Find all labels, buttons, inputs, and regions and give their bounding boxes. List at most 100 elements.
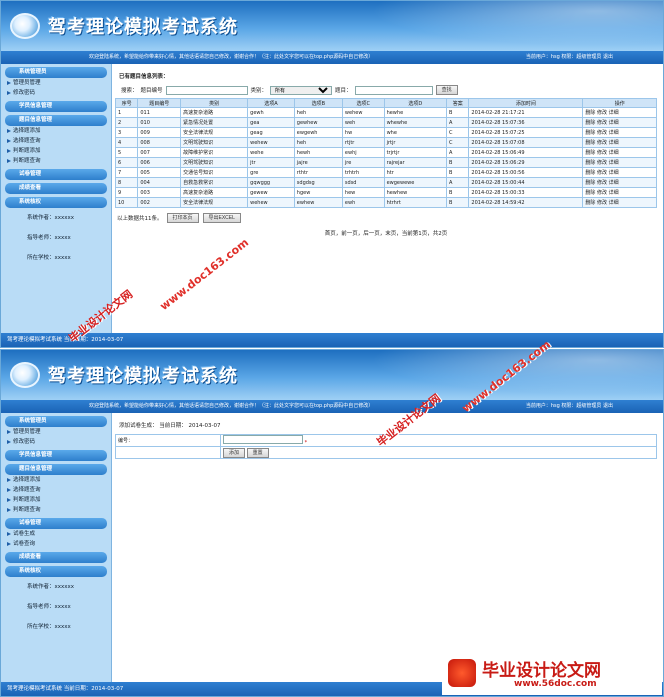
row-actions[interactable]: 删除 修改 详细	[582, 177, 657, 188]
sidebar-item-choice-add[interactable]: 选择题添加	[1, 475, 111, 485]
table-cell: wehew	[341, 107, 385, 118]
table-cell: A	[446, 177, 470, 188]
type-select[interactable]: 所有	[270, 85, 333, 95]
table-cell: 交通信号知识	[180, 167, 249, 178]
sidebar-item-exam-query[interactable]: 试卷查询	[1, 539, 111, 549]
sidebar-item-choice-query[interactable]: 选择题查询	[1, 485, 111, 495]
row-actions[interactable]: 删除 修改 详细	[582, 157, 657, 168]
table-cell: whe	[383, 127, 448, 138]
table-cell: B	[446, 157, 470, 168]
table-cell: 1	[114, 107, 139, 118]
table-cell: hgew	[293, 187, 343, 198]
table-cell: sdgdsg	[293, 177, 343, 188]
sidebar-section-scores[interactable]: 成绩查看	[5, 183, 107, 194]
column-header: 操作	[582, 98, 657, 108]
table-cell: B	[446, 107, 470, 118]
row-actions[interactable]: 删除 修改 详细	[582, 167, 657, 178]
welcome-message: 欢迎登陆系统，希望能给你带来好心情，其他话语请您自己修改，谢谢合作！（注：此处文…	[89, 403, 374, 409]
sidebar-item-judge-add[interactable]: 判断题添加	[1, 495, 111, 505]
print-button[interactable]: 打印本页	[166, 213, 199, 223]
sidebar-section-questions[interactable]: 题目信息管理	[5, 464, 107, 475]
table-cell: trhtrh	[341, 167, 385, 178]
sidebar-section-auth[interactable]: 系统核权	[5, 197, 107, 208]
table-cell: 6	[114, 157, 139, 168]
table-tools: 以上数据共11条。 打印本页 导出EXCEL	[117, 213, 657, 223]
search-button[interactable]: 查找	[435, 85, 458, 95]
current-user[interactable]: 当前用户：hsg 权限：超级管理员 退出	[526, 51, 613, 64]
table-cell: rthtr	[293, 167, 343, 178]
table-cell: 2014-02-28 14:59:42	[468, 197, 584, 208]
table-cell: heh	[293, 107, 343, 118]
column-header: 选项B	[293, 98, 343, 108]
table-cell: wehew	[247, 137, 295, 148]
search-bar: 搜索： 题目编号 类别： 所有 题目： 查找	[121, 85, 657, 95]
table-cell: 安全法律法规	[180, 127, 249, 138]
row-actions[interactable]: 删除 修改 详细	[582, 117, 657, 128]
table-row: 6 006 文明驾驶知识 jtr jajre jre rajrejar B 2014-02-28…	[114, 157, 657, 168]
sidebar-item-change-password[interactable]: 修改密码	[1, 437, 111, 447]
row-actions[interactable]: 删除 修改 详细	[582, 147, 657, 158]
table-cell: hew	[341, 187, 385, 198]
sidebar-item-judge-query[interactable]: 判断题查询	[1, 156, 111, 166]
sidebar-section-auth[interactable]: 系统核权	[5, 566, 107, 577]
table-cell: 009	[137, 127, 182, 138]
row-actions[interactable]: 删除 修改 详细	[582, 187, 657, 198]
sidebar-section-exams[interactable]: 试卷管理	[5, 169, 107, 180]
current-user[interactable]: 当前用户：hsg 权限：超级管理员 退出	[526, 400, 613, 413]
row-actions[interactable]: 删除 修改 详细	[582, 197, 657, 208]
table-cell: ewhew	[293, 197, 343, 208]
sidebar-item-choice-add[interactable]: 选择题添加	[1, 126, 111, 136]
sidebar-section-exams[interactable]: 试卷管理	[5, 518, 107, 529]
table-cell: jajre	[293, 157, 343, 168]
table-cell: A	[446, 117, 470, 128]
add-button[interactable]: 添加	[223, 447, 246, 458]
column-header: 题目编号	[137, 98, 182, 108]
sidebar-item-judge-add[interactable]: 判断题添加	[1, 146, 111, 156]
column-header: 答案	[446, 98, 470, 108]
exam-code-input[interactable]	[223, 435, 303, 444]
sidebar-section-admin[interactable]: 系统管理员	[5, 67, 107, 78]
info-bar: 欢迎登陆系统，希望能给你带来好心情，其他话语请您自己修改，谢谢合作！（注：此处文…	[1, 51, 663, 64]
table-cell: hewhew	[383, 187, 448, 198]
sidebar-item-judge-query[interactable]: 判断题查询	[1, 505, 111, 515]
app-title: 驾考理论模拟考试系统	[48, 17, 238, 38]
table-cell: 2014-02-28 15:06:49	[468, 147, 584, 158]
table-cell: rtjtr	[341, 137, 385, 148]
table-cell: 003	[137, 187, 182, 198]
row-actions[interactable]: 删除 修改 详细	[582, 137, 657, 148]
table-cell: rajrejar	[383, 157, 448, 168]
row-actions[interactable]: 删除 修改 详细	[582, 107, 657, 118]
code-search-input[interactable]	[165, 85, 248, 95]
table-cell: A	[446, 147, 470, 158]
header-banner: 驾考理论模拟考试系统	[1, 350, 663, 400]
reset-button[interactable]: 重置	[246, 447, 269, 458]
sidebar-section-students[interactable]: 学员信息管理	[5, 450, 107, 461]
row-actions[interactable]: 删除 修改 详细	[582, 127, 657, 138]
table-cell: 3	[114, 127, 139, 138]
sidebar-section-admin[interactable]: 系统管理员	[5, 416, 107, 427]
pagination[interactable]: 首页，前一页，后一页，末页，当前第1页，共2页	[115, 229, 657, 237]
sidebar-item-admin-manage[interactable]: 管理员管理	[1, 78, 111, 88]
table-cell: 安全法律法规	[180, 197, 249, 208]
table-cell: 2014-02-28 15:07:08	[468, 137, 584, 148]
sidebar-item-change-password[interactable]: 修改密码	[1, 88, 111, 98]
export-excel-button[interactable]: 导出EXCEL	[202, 213, 241, 223]
table-cell: jre	[341, 157, 385, 168]
column-header: 序号	[114, 98, 139, 108]
sidebar-item-admin-manage[interactable]: 管理员管理	[1, 427, 111, 437]
sidebar-section-students[interactable]: 学员信息管理	[5, 101, 107, 112]
table-row: 3 009 安全法律法规 geag ewgewh hw whe C 2014-02-28 15:…	[114, 127, 657, 138]
table-cell: 007	[137, 147, 182, 158]
site-logo: 毕业设计论文网 www.56doc.com	[442, 653, 662, 695]
table-cell: 紧急情况处置	[180, 117, 249, 128]
sidebar-section-scores[interactable]: 成绩查看	[5, 552, 107, 563]
sidebar-item-exam-generate[interactable]: 试卷生成	[1, 529, 111, 539]
table-cell: B	[446, 167, 470, 178]
logo-mark-icon	[448, 659, 476, 687]
sidebar-item-choice-query[interactable]: 选择题查询	[1, 136, 111, 146]
logo-url: www.56doc.com	[514, 679, 597, 689]
title-search-input[interactable]	[354, 85, 433, 95]
sidebar-author: 系统作者：xxxxxx	[27, 584, 75, 590]
sidebar-section-questions[interactable]: 题目信息管理	[5, 115, 107, 126]
table-cell: gewew	[247, 187, 295, 198]
